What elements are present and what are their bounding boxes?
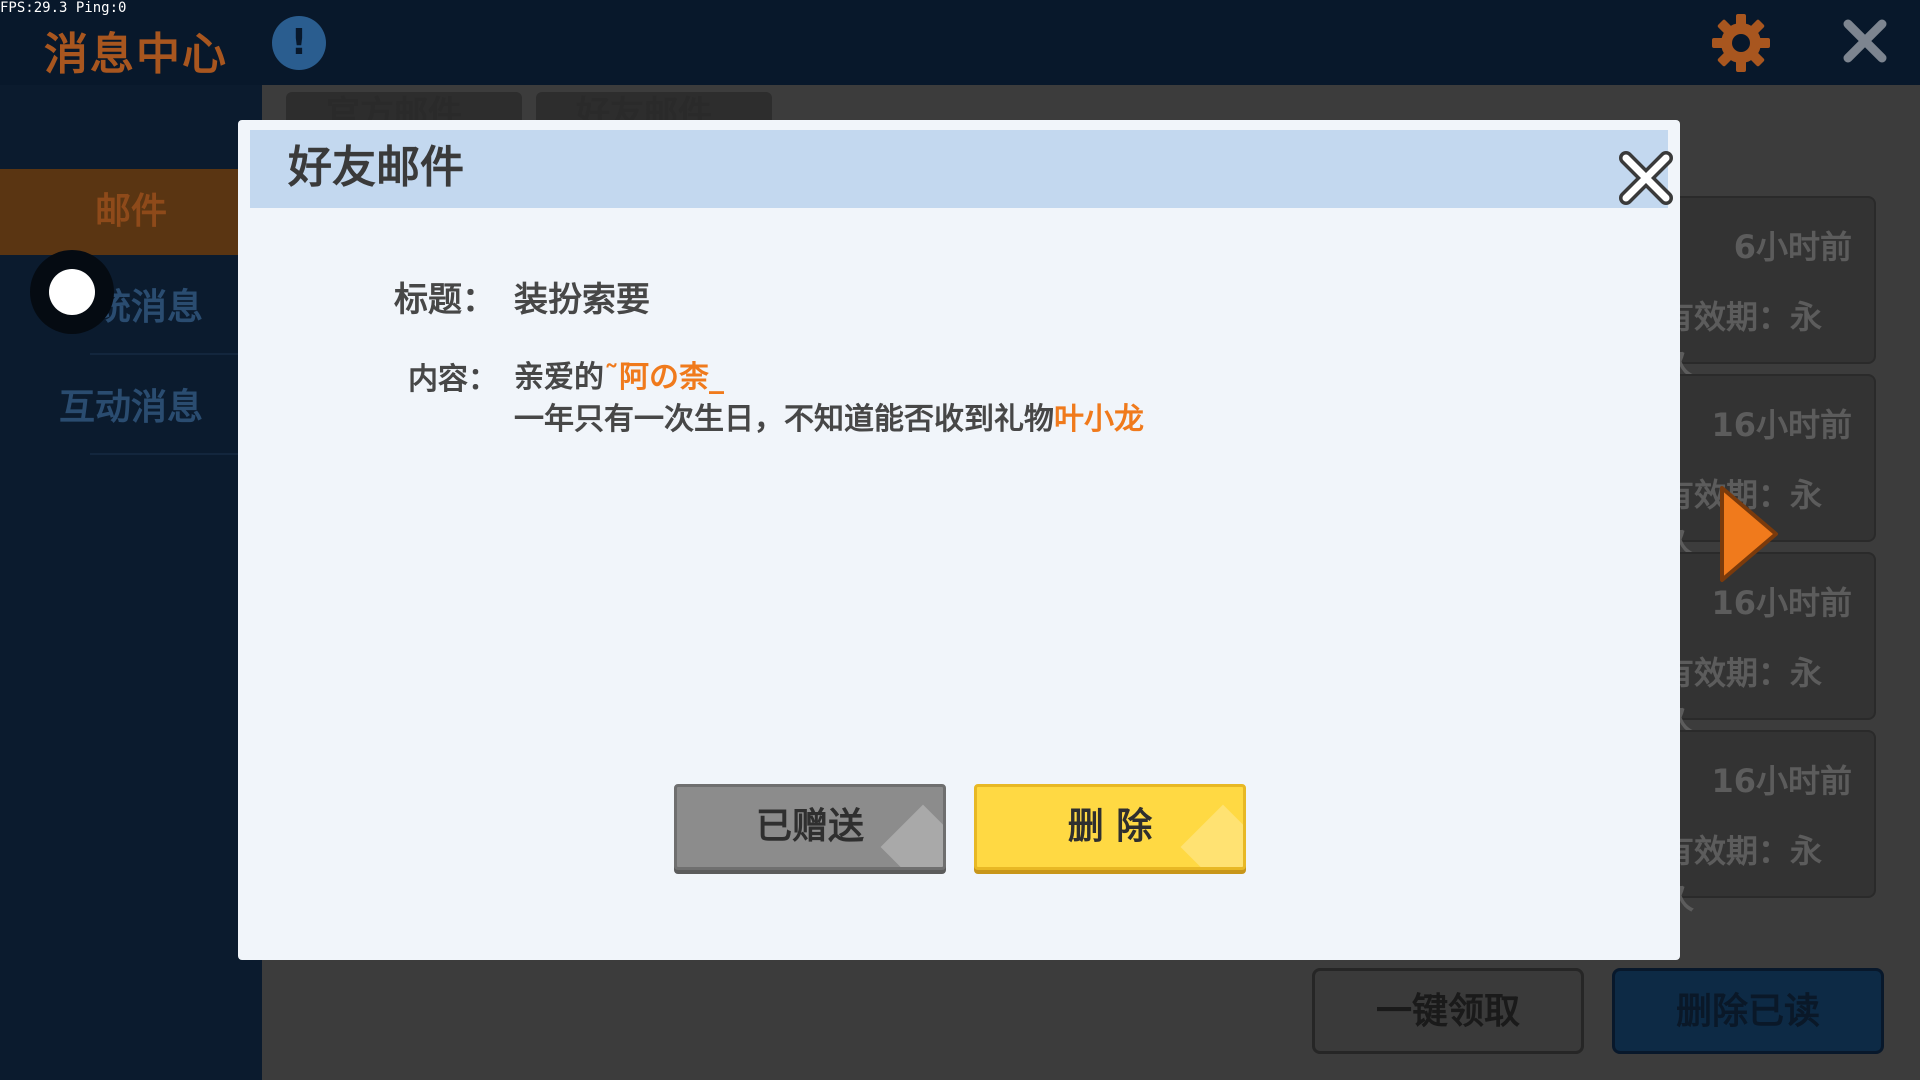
friend-mail-dialog: 好友邮件 标题： 装扮索要 内容： 亲爱的˜阿の柰_ 一年只有一次生日，不知道能… xyxy=(238,120,1680,960)
content-line-2: 一年只有一次生日，不知道能否收到礼物叶小龙 xyxy=(514,394,1144,438)
sender-name: 叶小龙 xyxy=(1054,402,1144,437)
fps-readout: FPS:29.3 Ping:0 xyxy=(0,0,127,16)
dialog-title: 好友邮件 xyxy=(288,142,464,193)
mail-expiry: 有效期：永久 xyxy=(1662,654,1823,738)
arrow-right-icon[interactable] xyxy=(1718,484,1780,584)
delete-read-button[interactable]: 删除已读 xyxy=(1612,968,1884,1054)
sidebar: 邮件 系统消息 互动消息 xyxy=(0,85,262,1080)
sidebar-item-mail[interactable]: 邮件 xyxy=(0,169,262,255)
mail-time: 16小时前 xyxy=(1711,762,1852,800)
recipient-name: ˜阿の柰_ xyxy=(604,360,724,395)
content-label: 内容： xyxy=(408,362,498,397)
button-shine xyxy=(1180,804,1243,867)
mail-time: 16小时前 xyxy=(1711,406,1852,444)
button-shine xyxy=(880,804,943,867)
top-bar: 消息中心 ! xyxy=(0,0,1920,85)
body-text: 一年只有一次生日，不知道能否收到礼物 xyxy=(514,402,1054,437)
mail-expiry: 有效期：永久 xyxy=(1662,832,1823,916)
content-line-1: 亲爱的˜阿の柰_ xyxy=(514,352,724,396)
sidebar-item-interaction[interactable]: 互动消息 xyxy=(0,365,262,451)
subject-label: 标题： xyxy=(394,280,496,320)
floating-toggle-button[interactable] xyxy=(30,250,114,334)
gear-icon[interactable] xyxy=(1710,12,1772,74)
sidebar-divider xyxy=(90,453,262,455)
mail-expiry: 有效期：永久 xyxy=(1662,298,1823,382)
gifted-button-label: 已赠送 xyxy=(755,806,864,847)
gifted-button[interactable]: 已赠送 xyxy=(674,784,946,870)
list-item[interactable]: 16小时前 有效期：永久 xyxy=(1660,730,1876,916)
sidebar-divider xyxy=(90,353,262,355)
greeting-text: 亲爱的 xyxy=(514,360,604,395)
dialog-header: 好友邮件 xyxy=(250,130,1673,208)
mail-time: 16小时前 xyxy=(1711,584,1852,622)
delete-button[interactable]: 删 除 xyxy=(974,784,1246,870)
delete-button-label: 删 除 xyxy=(1067,806,1153,847)
claim-all-button[interactable]: 一键领取 xyxy=(1312,968,1584,1054)
page-title: 消息中心 xyxy=(44,29,228,80)
info-icon[interactable]: ! xyxy=(272,16,326,70)
mail-time: 6小时前 xyxy=(1733,228,1852,266)
close-icon[interactable] xyxy=(1840,16,1890,66)
subject-value: 装扮索要 xyxy=(514,280,650,320)
list-item[interactable]: 6小时前 有效期：永久 xyxy=(1660,196,1876,382)
close-icon[interactable] xyxy=(1616,148,1676,208)
